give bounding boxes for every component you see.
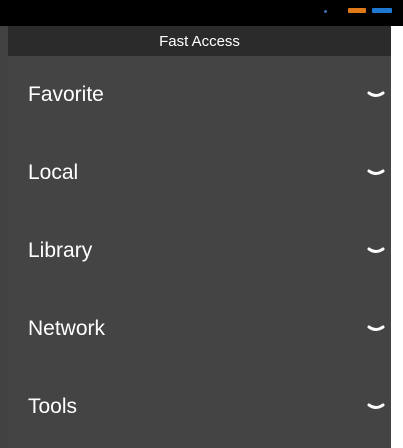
section-tools[interactable]: Tools — [8, 368, 391, 446]
chevron-down-icon — [367, 247, 385, 253]
panel-title: Fast Access — [159, 32, 240, 50]
section-label: Tools — [28, 395, 78, 418]
section-label: Library — [28, 239, 93, 262]
chevron-down-icon — [367, 325, 385, 331]
status-bar — [0, 0, 403, 26]
section-label: Favorite — [28, 83, 104, 106]
battery-icon — [348, 8, 366, 13]
section-label: Local — [28, 161, 79, 184]
signal-icon — [372, 8, 392, 13]
notification-icon — [324, 10, 327, 13]
chevron-down-icon — [367, 403, 385, 409]
section-label: Network — [28, 317, 106, 340]
section-network[interactable]: Network — [8, 290, 391, 368]
section-local[interactable]: Local — [8, 134, 391, 212]
panel-header: Fast Access — [8, 26, 391, 56]
edge-strip — [391, 26, 403, 448]
section-favorite[interactable]: Favorite — [8, 56, 391, 134]
fast-access-list: Favorite Local Library Network Tools — [8, 56, 391, 448]
chevron-down-icon — [367, 169, 385, 175]
chevron-down-icon — [367, 91, 385, 97]
section-library[interactable]: Library — [8, 212, 391, 290]
app-frame: Fast Access Favorite Local Library Netwo… — [0, 0, 403, 448]
